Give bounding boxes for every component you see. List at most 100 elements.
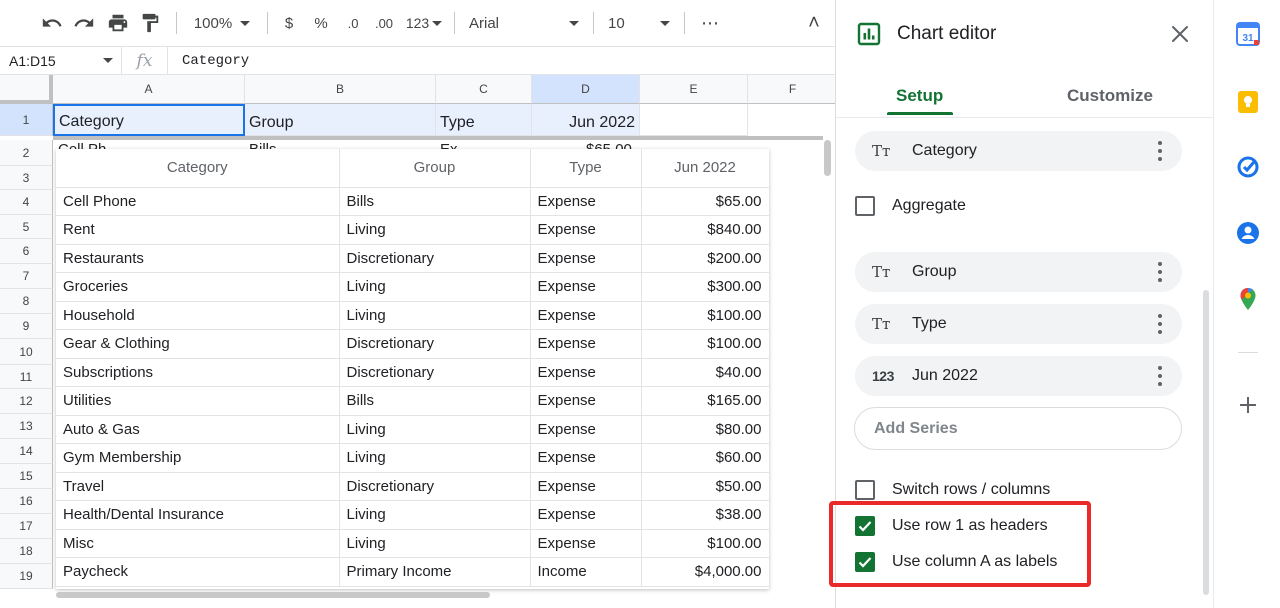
table-cell[interactable]: Bills: [339, 187, 531, 216]
add-icon[interactable]: [1236, 393, 1260, 417]
font-size-select[interactable]: 10: [604, 7, 674, 39]
table-cell[interactable]: Living: [339, 415, 531, 444]
cell-a1[interactable]: Category: [53, 104, 245, 136]
formula-input[interactable]: Category: [168, 53, 249, 69]
row-header-11[interactable]: 11: [0, 365, 53, 389]
row-header-7[interactable]: 7: [0, 264, 53, 289]
contacts-icon[interactable]: [1236, 221, 1260, 245]
table-cell[interactable]: Subscriptions: [56, 358, 340, 387]
aggregate-checkbox[interactable]: [855, 196, 875, 216]
editor-scrollbar[interactable]: [1203, 290, 1209, 595]
table-cell[interactable]: Expense: [530, 529, 642, 558]
collapse-toolbar-button[interactable]: ˄: [803, 7, 825, 39]
cell-e1[interactable]: [640, 104, 748, 136]
table-cell[interactable]: Expense: [530, 415, 642, 444]
more-vert-icon[interactable]: [1158, 262, 1162, 282]
table-cell[interactable]: Paycheck: [56, 557, 340, 587]
table-cell[interactable]: Expense: [530, 329, 642, 359]
table-cell[interactable]: Living: [339, 215, 531, 245]
row-header-9[interactable]: 9: [0, 314, 53, 339]
more-vert-icon[interactable]: [1158, 366, 1162, 386]
table-cell[interactable]: Expense: [530, 272, 642, 302]
row-header-2[interactable]: 2: [0, 140, 53, 166]
preview-col-type[interactable]: Type: [530, 149, 642, 188]
column-header-b[interactable]: B: [245, 75, 436, 104]
undo-icon[interactable]: [38, 7, 66, 39]
row-header-16[interactable]: 16: [0, 489, 53, 514]
name-box[interactable]: A1:D15: [0, 47, 122, 74]
redo-icon[interactable]: [66, 7, 102, 39]
use-colA-labels-checkbox[interactable]: [855, 552, 875, 572]
preview-col-group[interactable]: Group: [339, 149, 531, 188]
table-cell[interactable]: Living: [339, 529, 531, 558]
vertical-scrollbar[interactable]: [824, 140, 831, 176]
use-row1-headers-row[interactable]: Use row 1 as headers: [855, 516, 1048, 536]
table-cell[interactable]: $100.00: [641, 301, 769, 330]
print-icon[interactable]: [102, 7, 134, 39]
table-cell[interactable]: Groceries: [56, 272, 340, 302]
percent-button[interactable]: %: [300, 7, 342, 39]
series-chip-group[interactable]: Tт Group: [855, 252, 1182, 292]
table-cell[interactable]: Expense: [530, 301, 642, 330]
table-cell[interactable]: Restaurants: [56, 244, 340, 273]
column-header-e[interactable]: E: [640, 75, 748, 104]
table-cell[interactable]: $300.00: [641, 272, 769, 302]
keep-icon[interactable]: [1236, 90, 1260, 114]
paint-format-icon[interactable]: [134, 7, 166, 39]
row-header-14[interactable]: 14: [0, 439, 53, 464]
tasks-icon[interactable]: [1236, 155, 1260, 179]
select-all-corner[interactable]: [0, 75, 53, 104]
table-cell[interactable]: $165.00: [641, 386, 769, 416]
table-cell[interactable]: Auto & Gas: [56, 415, 340, 444]
table-cell[interactable]: Rent: [56, 215, 340, 245]
table-cell[interactable]: Discretionary: [339, 244, 531, 273]
decrease-decimal-button[interactable]: .0: [342, 7, 364, 39]
row-header-3[interactable]: 3: [0, 166, 53, 190]
table-cell[interactable]: Discretionary: [339, 472, 531, 501]
table-cell[interactable]: Living: [339, 500, 531, 530]
horizontal-scrollbar[interactable]: [56, 592, 490, 598]
aggregate-checkbox-row[interactable]: Aggregate: [855, 196, 966, 216]
add-series-button[interactable]: Add Series: [854, 407, 1182, 450]
table-cell[interactable]: $40.00: [641, 358, 769, 387]
table-cell[interactable]: Utilities: [56, 386, 340, 416]
more-formats-button[interactable]: 123: [404, 7, 444, 39]
font-select[interactable]: Arial: [465, 7, 583, 39]
row-header-18[interactable]: 18: [0, 539, 53, 564]
table-cell[interactable]: Travel: [56, 472, 340, 501]
table-cell[interactable]: $100.00: [641, 529, 769, 558]
table-cell[interactable]: Expense: [530, 443, 642, 473]
row-header-17[interactable]: 17: [0, 514, 53, 539]
table-cell[interactable]: Expense: [530, 215, 642, 245]
zoom-select[interactable]: 100%: [187, 7, 257, 39]
chart-table-preview[interactable]: Category Group Type Jun 2022 Cell Phone B…: [56, 149, 769, 589]
table-cell[interactable]: Misc: [56, 529, 340, 558]
table-cell[interactable]: Income: [530, 557, 642, 587]
table-cell[interactable]: Expense: [530, 500, 642, 530]
column-header-f[interactable]: F: [748, 75, 835, 104]
cell-b1[interactable]: Group: [245, 104, 436, 136]
table-cell[interactable]: $38.00: [641, 500, 769, 530]
table-cell[interactable]: $840.00: [641, 215, 769, 245]
table-cell[interactable]: $50.00: [641, 472, 769, 501]
row-header-19[interactable]: 19: [0, 564, 53, 589]
more-options-button[interactable]: ⋯: [695, 7, 725, 39]
table-cell[interactable]: Gear & Clothing: [56, 329, 340, 359]
column-header-a[interactable]: A: [53, 75, 245, 104]
row-header-13[interactable]: 13: [0, 414, 53, 439]
preview-col-category[interactable]: Category: [56, 149, 340, 188]
table-cell[interactable]: Living: [339, 272, 531, 302]
table-cell[interactable]: $100.00: [641, 329, 769, 359]
switch-rows-columns-checkbox[interactable]: [855, 480, 875, 500]
table-cell[interactable]: Expense: [530, 244, 642, 273]
row-header-6[interactable]: 6: [0, 239, 53, 264]
calendar-icon[interactable]: 31: [1236, 22, 1260, 46]
table-cell[interactable]: Expense: [530, 386, 642, 416]
cell-d1[interactable]: Jun 2022: [532, 104, 640, 136]
increase-decimal-button[interactable]: .00: [364, 7, 404, 39]
table-cell[interactable]: Primary Income: [339, 557, 531, 587]
table-cell[interactable]: $200.00: [641, 244, 769, 273]
spreadsheet-grid[interactable]: A B C D E F 1 2 3 4 5 6 7 8 9 10 11 12 13 14 15 16 17 18…: [0, 75, 835, 608]
more-vert-icon[interactable]: [1158, 141, 1162, 161]
table-cell[interactable]: Health/Dental Insurance: [56, 500, 340, 530]
